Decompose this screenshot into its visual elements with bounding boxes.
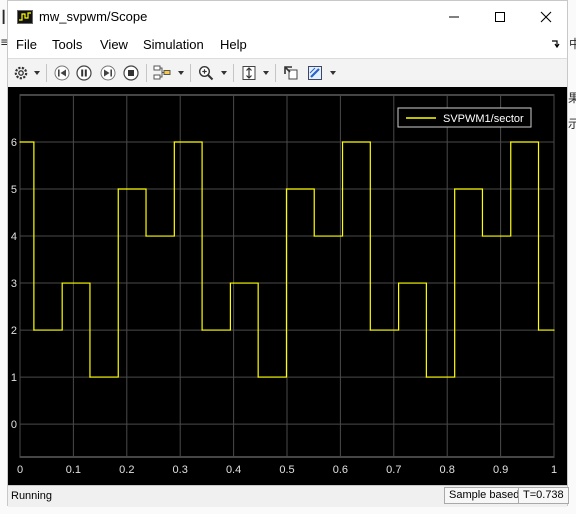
y-tick-label: 5 <box>11 184 17 196</box>
y-tick-label: 4 <box>11 231 17 243</box>
simulation-time: T=0.738 <box>518 487 569 504</box>
menu-simulation[interactable]: Simulation <box>143 37 204 52</box>
gear-icon <box>14 66 28 80</box>
highlight-block-icon <box>284 66 298 80</box>
data-point <box>61 282 63 284</box>
step-forward-button[interactable] <box>98 63 118 83</box>
data-point <box>553 329 555 331</box>
data-point <box>173 141 175 143</box>
configuration-button[interactable] <box>11 63 31 83</box>
chevron-down-icon[interactable] <box>330 71 336 75</box>
menu-bar: File Tools View Simulation Help <box>8 33 567 57</box>
style-icon <box>308 66 322 80</box>
scale-axes-icon <box>242 66 256 80</box>
style-button[interactable] <box>305 63 325 83</box>
menu-tools[interactable]: Tools <box>52 37 82 52</box>
x-tick-label: 0.8 <box>440 464 455 476</box>
data-point <box>117 188 119 190</box>
x-tick-label: 0.4 <box>226 464 241 476</box>
menu-file[interactable]: File <box>16 37 37 52</box>
x-tick-label: 0.6 <box>333 464 348 476</box>
zoom-icon <box>198 65 214 81</box>
data-point <box>201 329 203 331</box>
x-tick-label: 1 <box>551 464 557 476</box>
stop-button[interactable] <box>121 63 141 83</box>
toolbar-separator <box>146 64 147 82</box>
x-tick-label: 0.5 <box>279 464 294 476</box>
status-bar: Running Sample based T=0.738 <box>8 485 569 507</box>
toolbar-separator <box>233 64 234 82</box>
data-point <box>257 376 259 378</box>
data-point <box>341 141 344 143</box>
toolbar <box>8 58 567 88</box>
y-tick-label: 1 <box>11 372 17 384</box>
chevron-down-icon[interactable] <box>34 71 40 75</box>
y-tick-label: 2 <box>11 325 17 337</box>
toolbar-separator <box>46 64 47 82</box>
maximize-icon <box>495 11 505 22</box>
x-tick-label: 0.7 <box>386 464 401 476</box>
x-tick-label: 0.1 <box>66 464 81 476</box>
data-point <box>454 188 456 190</box>
data-point <box>481 235 484 237</box>
scope-app-icon <box>17 10 33 24</box>
minimize-icon <box>449 16 459 17</box>
sampling-mode: Sample based <box>444 487 525 504</box>
data-point <box>537 329 540 331</box>
simulation-status: Running <box>11 490 52 502</box>
dock-arrow-icon[interactable] <box>551 39 561 49</box>
data-point <box>229 282 231 284</box>
y-tick-label: 3 <box>11 278 17 290</box>
data-point <box>19 141 21 143</box>
maximize-button[interactable] <box>477 1 523 32</box>
x-tick-label: 0.9 <box>493 464 508 476</box>
background-glyph: 示 <box>568 117 576 131</box>
x-tick-label: 0.2 <box>119 464 134 476</box>
pause-button[interactable] <box>74 63 94 83</box>
minimize-button[interactable] <box>431 1 477 32</box>
close-button[interactable] <box>523 1 569 32</box>
scope-display[interactable]: 0 0.1 0.2 0.3 0.4 0.5 0.6 0.7 0.8 0.9 1 0 1 2 3 4 5 6 SVPW… <box>8 87 567 485</box>
y-tick-label: 0 <box>11 419 17 431</box>
data-point <box>369 329 371 331</box>
scope-window: mw_svpwm/Scope File Tools View Simulatio… <box>7 0 569 507</box>
chevron-down-icon[interactable] <box>263 71 269 75</box>
toolbar-separator <box>190 64 191 82</box>
pause-icon <box>76 65 92 81</box>
stop-icon <box>123 65 139 81</box>
window-title: mw_svpwm/Scope <box>39 9 148 24</box>
data-point <box>89 376 91 378</box>
data-point <box>425 376 427 378</box>
data-point <box>313 235 315 237</box>
zoom-button[interactable] <box>196 63 216 83</box>
background-glyph: 果 <box>568 91 576 105</box>
step-back-icon <box>54 65 70 81</box>
title-bar: mw_svpwm/Scope <box>8 1 567 32</box>
signal-selector-icon <box>153 65 171 80</box>
data-point <box>145 235 147 237</box>
menu-help[interactable]: Help <box>220 37 247 52</box>
menu-view[interactable]: View <box>100 37 128 52</box>
x-tick-label: 0.3 <box>173 464 188 476</box>
scope-plot[interactable]: 0 0.1 0.2 0.3 0.4 0.5 0.6 0.7 0.8 0.9 1 0 1 2 3 4 5 6 SVPW… <box>8 87 567 485</box>
background-glyph: 中 <box>569 37 576 51</box>
chevron-down-icon[interactable] <box>221 71 227 75</box>
step-forward-icon <box>100 65 116 81</box>
data-point <box>398 282 400 284</box>
signal-selector-button[interactable] <box>152 63 172 83</box>
data-point <box>510 141 512 143</box>
step-back-button[interactable] <box>52 63 72 83</box>
scale-axes-button[interactable] <box>239 63 259 83</box>
chevron-down-icon[interactable] <box>178 71 184 75</box>
close-icon <box>540 11 552 22</box>
data-point <box>285 188 288 190</box>
highlight-block-button[interactable] <box>281 63 301 83</box>
data-point <box>33 329 35 331</box>
legend-entry: SVPWM1/sector <box>443 113 524 125</box>
toolbar-separator <box>275 64 276 82</box>
y-tick-label: 6 <box>11 137 17 149</box>
x-tick-label: 0 <box>17 464 23 476</box>
